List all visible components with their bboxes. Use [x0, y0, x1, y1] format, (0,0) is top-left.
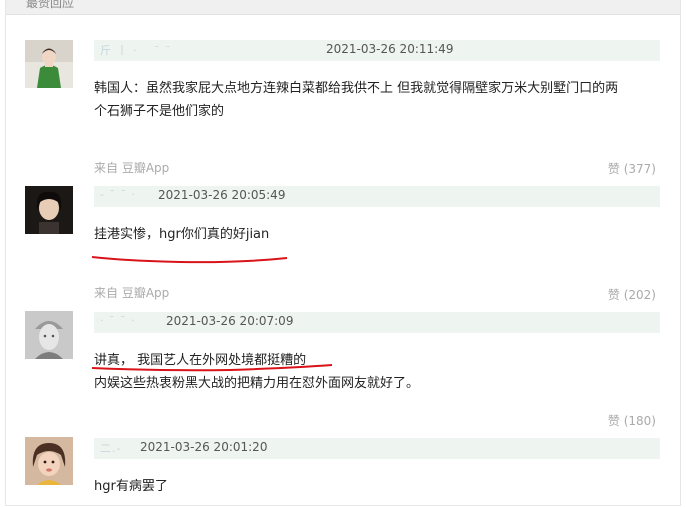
- comment-text-line: 挂港实惨，hgr你们真的好jian: [94, 227, 270, 242]
- comment-text-line: hgr有病罢了: [94, 479, 168, 494]
- highlight-underline: [91, 256, 288, 264]
- comment-text: 挂港实惨，hgr你们真的好jian: [94, 223, 269, 246]
- timestamp: 2021-03-26 20:07:09: [166, 314, 294, 328]
- comment-text-line: 个石狮子不是他们家的: [94, 104, 225, 119]
- timestamp: 2021-03-26 20:05:49: [158, 188, 286, 202]
- like-button[interactable]: 赞 (180): [608, 412, 656, 429]
- avatar[interactable]: [25, 186, 73, 234]
- username-link[interactable]: - ˉ ˉ ·: [100, 188, 150, 204]
- section-title: 最赞回应: [26, 0, 75, 10]
- username-link[interactable]: 二.-: [100, 440, 140, 456]
- section-header: 最赞回应: [6, 0, 680, 15]
- comments-panel: 最赞回应 斤 丨 · ¨ ¨ 2021-03-26 20:11:49 韩国人：虽…: [5, 0, 681, 506]
- like-button[interactable]: 赞 (377): [608, 160, 656, 177]
- comment-source: 来自 豆瓣App: [94, 286, 170, 300]
- comment-text: 韩国人：虽然我家屁大点地方连辣白菜都给我供不上 但我就觉得隔壁家万米大别墅门口的…: [94, 77, 618, 123]
- comment-text-line: 讲真， 我国艺人在外网处境都挺糟的: [94, 353, 307, 368]
- comment-meta: · ˉ ˉ · 2021-03-26 20:07:09: [94, 312, 660, 333]
- comment-text-line: 内娱这些热衷粉黑大战的把精力用在怼外面网友就好了。: [94, 376, 420, 391]
- comment-meta: - ˉ ˉ · 2021-03-26 20:05:49: [94, 186, 660, 207]
- comment-text: hgr有病罢了: [94, 475, 168, 498]
- avatar[interactable]: [25, 437, 73, 485]
- timestamp: 2021-03-26 20:01:20: [140, 440, 268, 454]
- avatar[interactable]: [25, 311, 73, 359]
- username-link[interactable]: · ˉ ˉ ·: [100, 314, 160, 330]
- comment-source: 来自 豆瓣App: [94, 161, 170, 175]
- avatar[interactable]: [25, 40, 73, 88]
- like-button[interactable]: 赞 (202): [608, 286, 656, 303]
- comment-meta: 二.- 2021-03-26 20:01:20: [94, 438, 660, 459]
- username-link[interactable]: 斤 丨 · ¨ ¨: [100, 42, 310, 58]
- comment-text: 讲真， 我国艺人在外网处境都挺糟的 内娱这些热衷粉黑大战的把精力用在怼外面网友就…: [94, 349, 419, 395]
- comment-text-line: 韩国人：虽然我家屁大点地方连辣白菜都给我供不上 但我就觉得隔壁家万米大别墅门口的…: [94, 81, 619, 96]
- timestamp: 2021-03-26 20:11:49: [326, 42, 454, 56]
- comment-meta: 斤 丨 · ¨ ¨ 2021-03-26 20:11:49: [94, 40, 660, 61]
